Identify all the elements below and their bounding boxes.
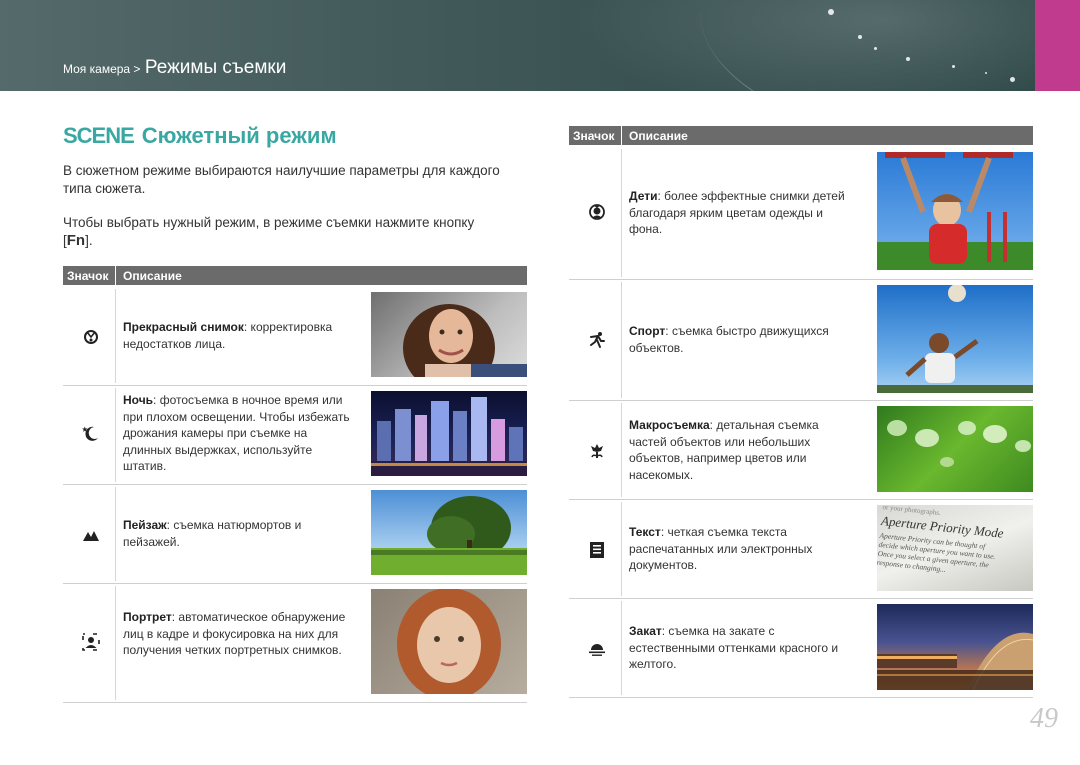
portrait-icon [81, 632, 101, 652]
portrait-photo [371, 589, 527, 694]
column-divider [115, 388, 116, 482]
mode-name: Портрет [123, 610, 172, 624]
table-row-beauty-shot: Прекрасный снимок: корректировка недоста… [63, 287, 527, 386]
row-description: Прекрасный снимок: корректировка недоста… [123, 319, 353, 352]
intro-p2-before: Чтобы выбрать нужный режим, в режиме съе… [63, 215, 475, 248]
sunset-icon [587, 639, 607, 659]
mode-description: фотосъемка в ночное время или при плохом… [123, 393, 350, 473]
sparkle-dot [952, 65, 955, 68]
row-description: Спорт: съемка быстро движущихся объектов… [629, 323, 859, 356]
column-divider [621, 403, 622, 497]
macro-photo [877, 406, 1033, 492]
table-row-sports: Спорт: съемка быстро движущихся объектов… [569, 280, 1033, 401]
landscape-icon [81, 525, 101, 545]
sparkle-dot [906, 57, 910, 61]
document-text: or your photographs. Aperture Priority M… [877, 505, 1033, 584]
row-description: Дети: более эффектные снимки детей благо… [629, 188, 859, 238]
scene-mode-icon: SCENE [63, 123, 135, 148]
right-table-header: Значок Описание [569, 126, 1033, 145]
table-row-sunset: Закат: съемка на закате с естественными … [569, 599, 1033, 698]
night-city-photo [371, 391, 527, 476]
column-divider [115, 487, 116, 581]
column-divider [115, 289, 116, 383]
mode-description: более эффектные снимки детей благодаря я… [629, 189, 845, 236]
section-accent-tab [1035, 0, 1080, 91]
beauty-shot-icon [81, 327, 101, 347]
header-separator [115, 266, 116, 285]
row-description: Макросъемка: детальная съемка частей объ… [629, 417, 859, 483]
col-desc-header: Описание [123, 269, 182, 283]
table-row-macro: Макросъемка: детальная съемка частей объ… [569, 401, 1033, 500]
column-divider [621, 502, 622, 596]
mode-name: Макросъемка [629, 418, 710, 432]
mode-name: Ночь [123, 393, 154, 407]
intro-paragraph-1: В сюжетном режиме выбираются наилучшие п… [63, 163, 500, 196]
column-divider [621, 282, 622, 398]
text-icon [587, 540, 607, 560]
mode-name: Прекрасный снимок [123, 320, 244, 334]
row-description: Пейзаж: съемка натюрмортов и пейзажей. [123, 517, 353, 550]
intro-p2-after: ]. [85, 233, 93, 248]
intro-paragraph-2: Чтобы выбрать нужный режим, в режиме съе… [63, 214, 503, 250]
mode-name: Текст [629, 525, 661, 539]
text-document-photo: or your photographs. Aperture Priority M… [877, 505, 1033, 591]
sparkle-dot [1010, 77, 1015, 82]
sunset-photo [877, 604, 1033, 690]
macro-icon [587, 441, 607, 461]
breadcrumb: Моя камера > Режимы съемки [63, 57, 286, 79]
mode-name: Закат [629, 624, 662, 638]
row-description: Текст: четкая съемка текста распечатанны… [629, 524, 859, 574]
header-separator [621, 126, 622, 145]
col-desc-header: Описание [629, 129, 688, 143]
header-banner: Моя камера > Режимы съемки [0, 0, 1080, 91]
sports-icon [587, 330, 607, 350]
table-row-landscape: Пейзаж: съемка натюрмортов и пейзажей. [63, 485, 527, 584]
sparkle-dot [985, 72, 987, 74]
col-icon-header: Значок [573, 129, 615, 143]
landscape-photo [371, 490, 527, 575]
breadcrumb-current: Режимы съемки [144, 57, 287, 78]
table-row-children: Дети: более эффектные снимки детей благо… [569, 147, 1033, 280]
page-title-text: Сюжетный режим [141, 123, 337, 148]
left-table-header: Значок Описание [63, 266, 527, 285]
column-divider [621, 149, 622, 277]
column-divider [115, 586, 116, 700]
mode-name: Спорт [629, 324, 666, 338]
sparkle-dot [858, 35, 862, 39]
fn-key-icon: Fn [66, 232, 86, 249]
sports-photo [877, 285, 1033, 393]
beauty-photo [371, 292, 527, 377]
children-icon [587, 202, 607, 222]
sparkle-dot [874, 47, 877, 50]
sparkle-dot [828, 9, 834, 15]
page-number: 49 [1030, 703, 1058, 734]
breadcrumb-parent[interactable]: Моя камера > [63, 62, 140, 76]
row-description: Закат: съемка на закате с естественными … [629, 623, 859, 673]
children-photo [877, 152, 1033, 270]
night-icon [81, 424, 101, 444]
mode-name: Дети [629, 189, 658, 203]
table-row-night: Ночь: фотосъемка в ночное время или при … [63, 386, 527, 485]
row-description: Портрет: автоматическое обнаружение лиц … [123, 609, 353, 659]
col-icon-header: Значок [67, 269, 109, 283]
table-row-portrait: Портрет: автоматическое обнаружение лиц … [63, 584, 527, 703]
mode-name: Пейзаж [123, 518, 167, 532]
column-divider [621, 601, 622, 695]
page-title: SCENE Сюжетный режим [63, 123, 337, 149]
table-row-text: Текст: четкая съемка текста распечатанны… [569, 500, 1033, 599]
row-description: Ночь: фотосъемка в ночное время или при … [123, 392, 353, 475]
header-arc [700, 0, 1080, 91]
